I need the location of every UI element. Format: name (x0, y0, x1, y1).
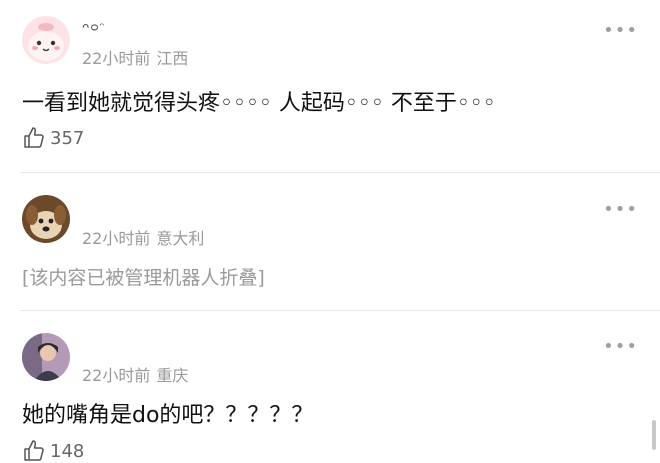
comment-time: 22小时前 (82, 49, 151, 68)
comment-time: 22小时前 (82, 366, 151, 385)
scrollbar[interactable] (652, 420, 656, 450)
comment-time: 22小时前 (82, 229, 151, 248)
avatar[interactable] (22, 195, 70, 243)
avatar[interactable] (22, 333, 70, 381)
comment-item: 22小时前 意大利 ••• [该内容已被管理机器人折叠] (0, 173, 660, 310)
more-options-button[interactable]: ••• (603, 22, 638, 40)
comment-item: ᴖᴑᵔ 22小时前 江西 ••• 一看到她就觉得头疼◦◦◦◦ 人起码◦◦◦ 不至于… (0, 0, 660, 172)
comment-location: 江西 (156, 49, 189, 68)
avatar[interactable] (22, 16, 70, 64)
comment-meta: 22小时前 江西 (82, 45, 188, 69)
like-button[interactable]: 357 (22, 126, 84, 150)
like-count: 357 (50, 127, 85, 149)
thumbs-up-icon (24, 440, 44, 461)
comment-item: 22小时前 重庆 ••• 她的嘴角是do的吧？？？？？ 148 (0, 311, 660, 462)
person-photo-icon (22, 333, 70, 381)
username[interactable]: ᴖᴑᵔ (82, 20, 106, 34)
comment-text: 她的嘴角是do的吧？？？？？ (22, 403, 314, 428)
comment-text: 一看到她就觉得头疼◦◦◦◦ 人起码◦◦◦ 不至于◦◦◦ (22, 91, 496, 116)
like-button[interactable]: 148 (22, 439, 84, 463)
like-count: 148 (50, 440, 85, 462)
dog-photo-icon (22, 195, 70, 243)
more-options-button[interactable]: ••• (603, 338, 638, 356)
cartoon-face-icon (22, 16, 70, 64)
more-options-button[interactable]: ••• (603, 201, 638, 219)
comment-meta: 22小时前 重庆 (82, 362, 188, 386)
comment-location: 意大利 (156, 229, 205, 248)
folded-notice[interactable]: [该内容已被管理机器人折叠] (22, 263, 265, 290)
comment-location: 重庆 (156, 366, 189, 385)
comment-meta: 22小时前 意大利 (82, 225, 204, 249)
thumbs-up-icon (24, 127, 44, 148)
